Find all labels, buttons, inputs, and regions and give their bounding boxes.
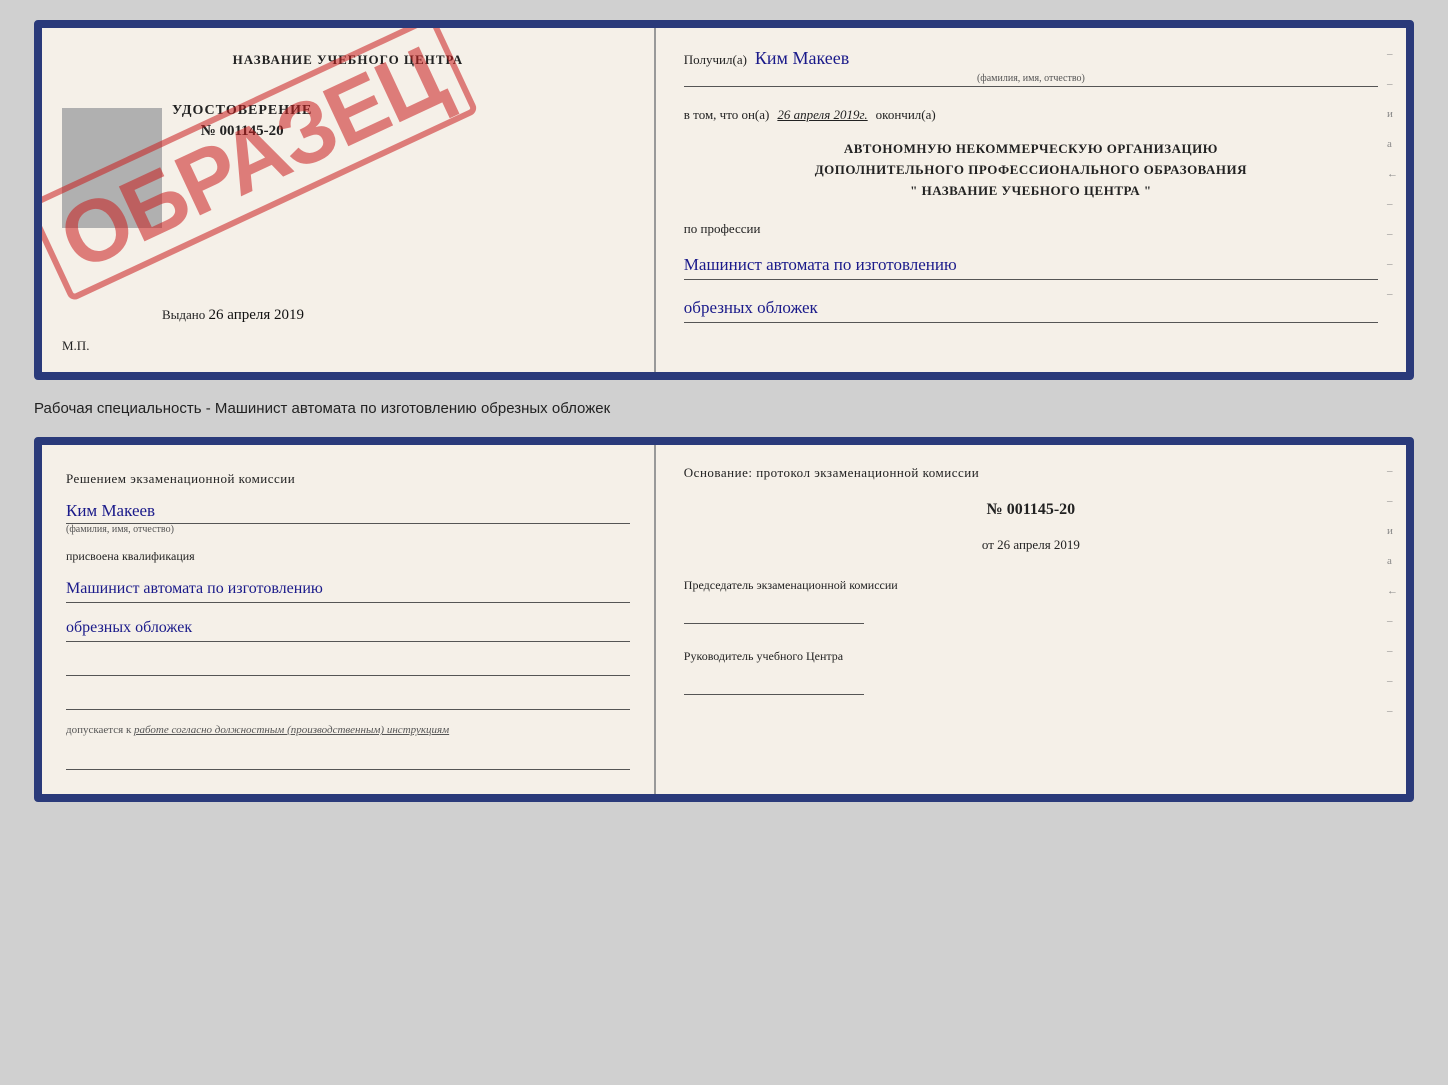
udostoverenie-block: УДОСТОВЕРЕНИЕ № 001145-20 xyxy=(172,103,312,140)
dopusk-text: работе согласно должностным (производств… xyxy=(134,724,449,736)
profession-hand2: обрезных обложек xyxy=(684,296,1378,323)
poluchil-label: Получил(a) xyxy=(684,52,747,68)
protocol-number: № 001145-20 xyxy=(684,501,1378,519)
resheniem-title: Решением экзаменационной комиссии xyxy=(66,469,630,489)
bottom-right: Основание: протокол экзаменационной коми… xyxy=(656,445,1406,794)
bottom-document: Решением экзаменационной комиссии Ким Ма… xyxy=(34,437,1414,802)
mp-line: М.П. xyxy=(62,338,89,354)
org-block: АВТОНОМНУЮ НЕКОММЕРЧЕСКУЮ ОРГАНИЗАЦИЮ ДО… xyxy=(684,139,1378,201)
from-date-block: от 26 апреля 2019 xyxy=(684,537,1378,553)
from-date-value: 26 апреля 2019 xyxy=(997,537,1080,552)
udostoverenie-number: № 001145-20 xyxy=(172,123,312,140)
blank-line-2 xyxy=(66,692,630,710)
left-header: НАЗВАНИЕ УЧЕБНОГО ЦЕНТРА xyxy=(233,52,464,68)
vydano-label: Выдано xyxy=(162,307,205,322)
rukovod-signature-line xyxy=(684,673,864,695)
chairman-signature-line xyxy=(684,602,864,624)
dopusk-section: допускается к работе согласно должностны… xyxy=(66,724,630,736)
profession-hand1: Машинист автомата по изготовлению xyxy=(684,253,1378,280)
dopusk-label: допускается к xyxy=(66,724,131,736)
middle-label: Рабочая специальность - Машинист автомат… xyxy=(34,396,1414,421)
from-label: от xyxy=(982,537,994,552)
org-line3: " НАЗВАНИЕ УЧЕБНОГО ЦЕНТРА " xyxy=(684,181,1378,202)
bottom-right-edge-marks: – – и а ← – – – – xyxy=(1387,465,1398,717)
okonchil-label: окончил(а) xyxy=(876,107,936,123)
org-line2: ДОПОЛНИТЕЛЬНОГО ПРОФЕССИОНАЛЬНОГО ОБРАЗО… xyxy=(684,160,1378,181)
chairman-block: Председатель экзаменационной комиссии xyxy=(684,577,1378,624)
bottom-left: Решением экзаменационной комиссии Ким Ма… xyxy=(42,445,656,794)
vydano-date: 26 апреля 2019 xyxy=(209,307,305,323)
commission-person-name: Ким Макеев xyxy=(66,501,630,524)
profession-label: по профессии xyxy=(684,221,1378,237)
rukovod-label: Руководитель учебного Центра xyxy=(684,648,1378,665)
photo-placeholder xyxy=(62,108,162,228)
rukovod-block: Руководитель учебного Центра xyxy=(684,648,1378,695)
prisvoena-label: присвоена квалификация xyxy=(66,549,630,564)
osnov-text: Основание: протокол экзаменационной коми… xyxy=(684,465,1378,481)
fio-sublabel: (фамилия, имя, отчество) xyxy=(684,73,1378,84)
commission-fio-sub: (фамилия, имя, отчество) xyxy=(66,524,630,535)
v-tom-label: в том, что он(а) xyxy=(684,107,770,123)
right-edge-marks: – – и а ← – – – – xyxy=(1387,48,1398,300)
completion-date: 26 апреля 2019г. xyxy=(777,107,867,123)
recipient-section: Получил(a) Ким Макеев (фамилия, имя, отч… xyxy=(684,48,1378,87)
udostoverenie-title: УДОСТОВЕРЕНИЕ xyxy=(172,103,312,119)
kvali-hand2: обрезных обложек xyxy=(66,617,630,642)
vydano-line: Выдано 26 апреля 2019 xyxy=(162,307,304,324)
blank-line-1 xyxy=(66,658,630,676)
recipient-name: Ким Макеев xyxy=(755,48,1378,69)
date-section: в том, что он(а) 26 апреля 2019г. окончи… xyxy=(684,107,1378,123)
org-line1: АВТОНОМНУЮ НЕКОММЕРЧЕСКУЮ ОРГАНИЗАЦИЮ xyxy=(684,139,1378,160)
doc-left: НАЗВАНИЕ УЧЕБНОГО ЦЕНТРА УДОСТОВЕРЕНИЕ №… xyxy=(42,28,656,372)
commission-name-section: Ким Макеев (фамилия, имя, отчество) xyxy=(66,499,630,535)
kvali-hand1: Машинист автомата по изготовлению xyxy=(66,578,630,603)
doc-right: Получил(a) Ким Макеев (фамилия, имя, отч… xyxy=(656,28,1406,372)
document-container: НАЗВАНИЕ УЧЕБНОГО ЦЕНТРА УДОСТОВЕРЕНИЕ №… xyxy=(34,20,1414,802)
chairman-label: Председатель экзаменационной комиссии xyxy=(684,577,1378,594)
top-document: НАЗВАНИЕ УЧЕБНОГО ЦЕНТРА УДОСТОВЕРЕНИЕ №… xyxy=(34,20,1414,380)
recipient-row: Получил(a) Ким Макеев xyxy=(684,48,1378,69)
blank-line-3 xyxy=(66,752,630,770)
